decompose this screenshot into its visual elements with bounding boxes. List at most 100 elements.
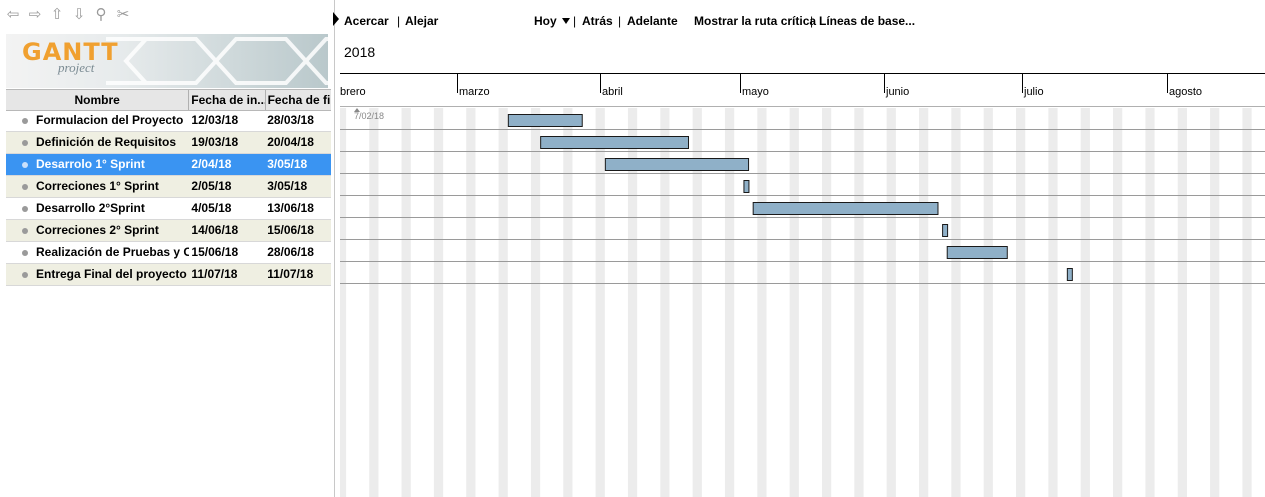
task-bullet-icon	[22, 183, 28, 190]
today-marker: 7/02/18	[354, 108, 384, 121]
weekend-column	[563, 108, 573, 497]
month-label: brero	[340, 86, 366, 98]
weekend-column	[886, 108, 896, 497]
task-bar[interactable]	[743, 180, 750, 193]
weekend-column	[401, 108, 411, 497]
task-start: 12/03/18	[191, 113, 239, 127]
task-table-header: Nombre Fecha de in... Fecha de fin	[6, 89, 331, 111]
weekend-column	[369, 108, 379, 497]
column-header-start[interactable]: Fecha de in...	[189, 90, 266, 110]
zoom-in-link[interactable]: Acercar	[344, 14, 389, 28]
toolbar-separator: |	[618, 14, 622, 28]
month-label: junio	[886, 86, 910, 98]
arrow-up-icon[interactable]: ⇧	[48, 6, 66, 24]
table-row[interactable]: Realización de Pruebas y C... 15/06/18 2…	[6, 242, 331, 264]
month-tick	[1022, 74, 1023, 93]
task-end: 13/06/18	[267, 201, 314, 215]
task-bar[interactable]	[1066, 268, 1073, 281]
back-link[interactable]: Atrás	[582, 14, 613, 28]
month-label: abril	[602, 86, 623, 98]
arrow-left-icon[interactable]: ⇦	[4, 6, 22, 24]
link-icon[interactable]: ⚲	[92, 6, 110, 24]
task-name: Entrega Final del proyecto	[36, 267, 187, 281]
task-tree-panel: ⇦ ⇨ ⇧ ⇩ ⚲ ✂ GANTT project Nombre Fecha d…	[0, 0, 335, 497]
weekend-column	[433, 108, 444, 497]
task-name: Correciones 1° Sprint	[36, 179, 159, 193]
month-tick	[1167, 74, 1168, 93]
weekend-column	[854, 108, 864, 497]
task-name: Correciones 2° Sprint	[36, 223, 159, 237]
task-name: Formulacion del Proyecto	[36, 113, 184, 127]
task-start: 19/03/18	[191, 135, 239, 149]
task-name: Definición de Requisitos	[36, 135, 177, 149]
table-row[interactable]: Desarrollo 2°Sprint 4/05/18 13/06/18	[6, 198, 331, 220]
task-start: 11/07/18	[191, 267, 238, 281]
task-end: 15/06/18	[267, 223, 314, 237]
arrow-down-icon[interactable]: ⇩	[70, 6, 88, 24]
weekend-column	[983, 108, 993, 497]
task-bullet-icon	[22, 249, 28, 256]
baselines-link[interactable]: Líneas de base...	[819, 14, 915, 28]
task-name: Desarrollo 2°Sprint	[36, 201, 145, 215]
weekend-column	[1242, 108, 1252, 497]
task-end: 3/05/18	[267, 157, 308, 171]
toolbar-separator: |	[573, 14, 577, 28]
task-start: 4/05/18	[191, 201, 232, 215]
task-toolbar: ⇦ ⇨ ⇧ ⇩ ⚲ ✂	[4, 6, 132, 26]
timeline-months: brero marzo abril mayo junio julio agost…	[340, 74, 1265, 107]
month-label: julio	[1024, 86, 1044, 98]
task-bullet-icon	[22, 117, 28, 124]
weekend-column	[1113, 108, 1123, 497]
weekend-column	[1080, 108, 1090, 497]
table-row[interactable]: Formulacion del Proyecto 12/03/18 28/03/…	[6, 110, 331, 132]
weekend-column	[466, 108, 476, 497]
logo-subtext: project	[58, 60, 95, 75]
gantt-chart-panel: Acercar | Alejar Hoy | Atrás | Adelante …	[340, 0, 1265, 497]
weekend-column	[1210, 108, 1220, 497]
task-end: 11/07/18	[267, 267, 314, 281]
critical-path-link[interactable]: Mostrar la ruta crítica	[694, 14, 816, 28]
arrow-right-icon[interactable]: ⇨	[26, 6, 44, 24]
table-row-selected[interactable]: Desarrolo 1° Sprint 2/04/18 3/05/18	[6, 154, 331, 176]
task-bullet-icon	[22, 227, 28, 234]
task-end: 20/04/18	[267, 135, 314, 149]
weekend-column	[951, 108, 961, 497]
forward-link[interactable]: Adelante	[627, 14, 678, 28]
task-bullet-icon	[22, 205, 28, 212]
task-bar[interactable]	[507, 114, 583, 127]
task-bar[interactable]	[942, 224, 949, 237]
table-row[interactable]: Definición de Requisitos 19/03/18 20/04/…	[6, 132, 331, 154]
column-header-name[interactable]: Nombre	[6, 90, 190, 110]
task-name: Realización de Pruebas y C...	[36, 245, 190, 259]
weekend-column	[757, 108, 767, 497]
task-name: Desarrolo 1° Sprint	[36, 157, 145, 171]
ganttproject-logo: GANTT project	[6, 34, 328, 88]
weekend-column	[340, 108, 347, 497]
task-bullet-icon	[22, 139, 28, 146]
today-button[interactable]: Hoy	[534, 14, 557, 28]
month-label: agosto	[1169, 86, 1203, 98]
splitter-collapse-icon[interactable]	[333, 12, 339, 26]
table-row[interactable]: Entrega Final del proyecto 11/07/18 11/0…	[6, 264, 331, 286]
month-tick	[600, 74, 601, 93]
task-end: 28/06/18	[267, 245, 314, 259]
table-row[interactable]: Correciones 1° Sprint 2/05/18 3/05/18	[6, 176, 331, 198]
toolbar-separator: |	[397, 14, 401, 28]
task-bar[interactable]	[946, 246, 1008, 259]
unlink-icon[interactable]: ✂	[114, 6, 132, 24]
task-start: 2/05/18	[191, 179, 232, 193]
task-bar[interactable]	[604, 158, 750, 171]
column-header-end[interactable]: Fecha de fin	[266, 90, 331, 110]
month-label: marzo	[459, 86, 490, 98]
weekend-column	[498, 108, 508, 497]
task-bullet-icon	[22, 161, 28, 168]
task-end: 3/05/18	[267, 179, 308, 193]
today-dropdown-icon[interactable]	[558, 14, 574, 28]
weekend-column	[1016, 108, 1026, 497]
table-row[interactable]: Correciones 2° Sprint 14/06/18 15/06/18	[6, 220, 331, 242]
task-bar[interactable]	[540, 136, 689, 149]
zoom-out-link[interactable]: Alejar	[405, 14, 438, 28]
task-bar[interactable]	[752, 202, 939, 215]
weekend-column	[919, 108, 929, 497]
task-table: Formulacion del Proyecto 12/03/18 28/03/…	[6, 110, 331, 286]
